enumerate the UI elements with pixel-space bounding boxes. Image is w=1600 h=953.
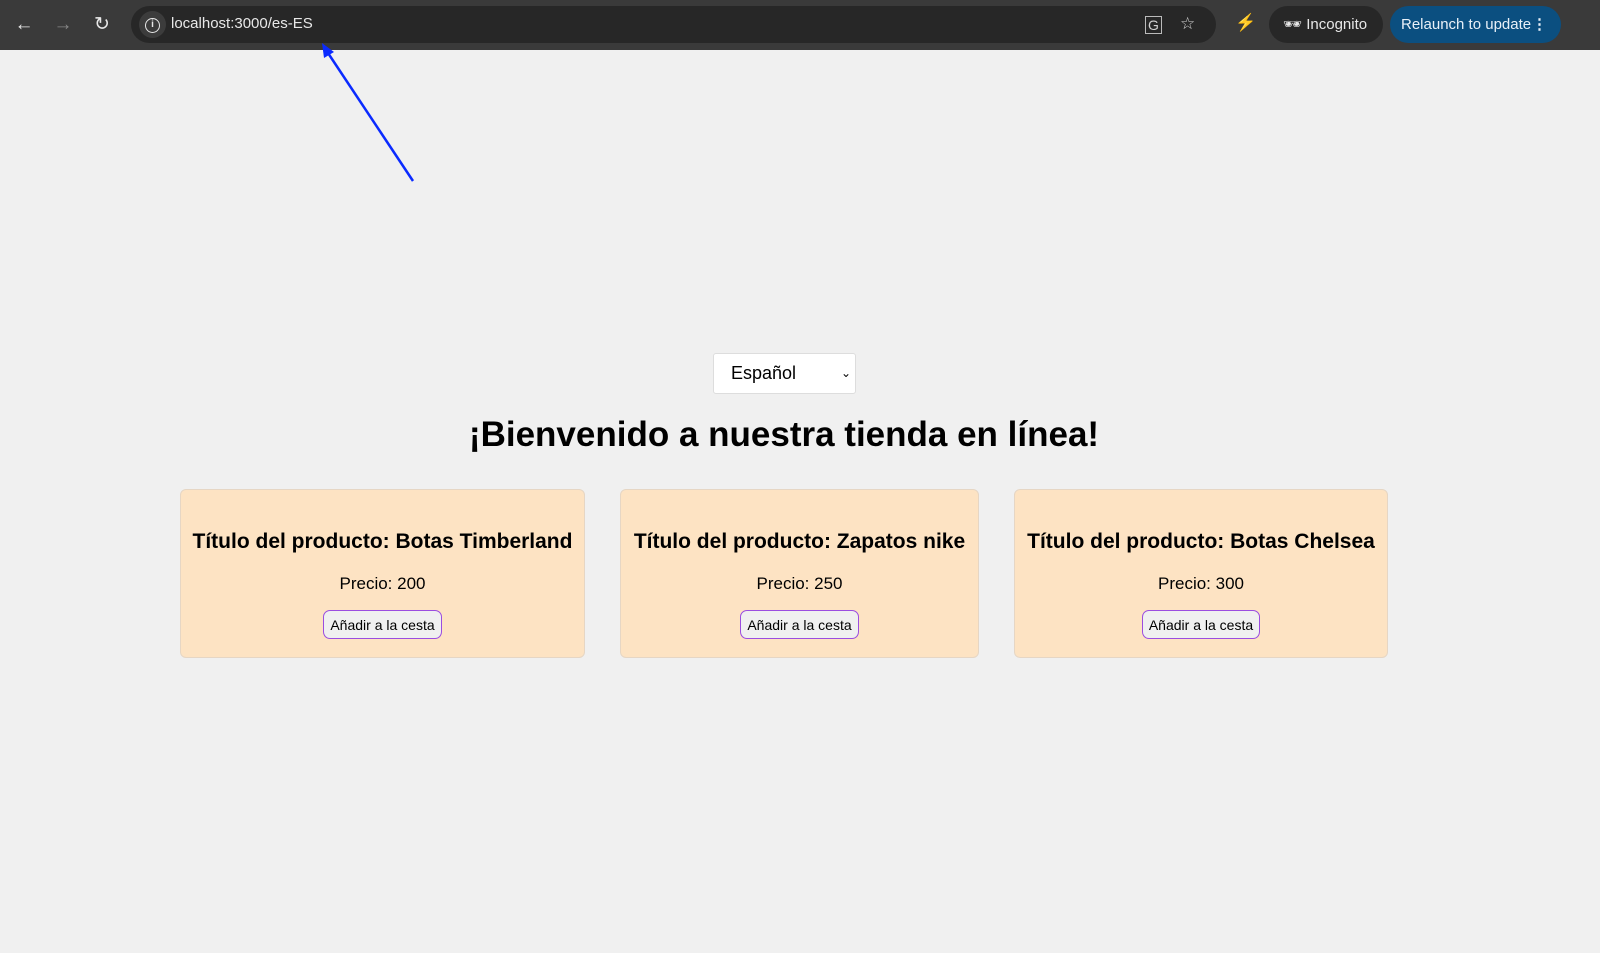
- annotation-arrow: [322, 43, 415, 182]
